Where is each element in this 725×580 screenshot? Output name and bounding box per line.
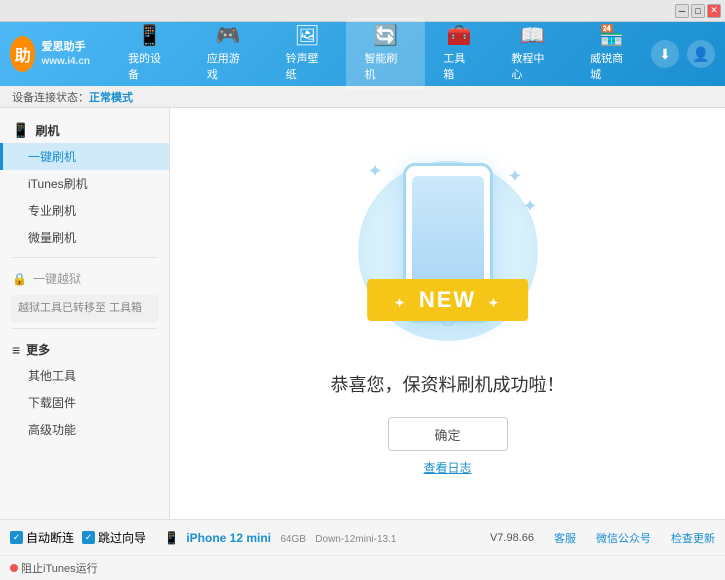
sidebar-locked-section: 🔒 一键越狱 <box>0 264 169 291</box>
auto-connect-check-icon: ✓ <box>10 531 23 544</box>
minimize-btn[interactable]: ─ <box>675 4 689 18</box>
sidebar-item-other-tools[interactable]: 其他工具 <box>0 362 169 389</box>
main-content: ✦ ✦ ✦ NEW 恭喜您，保资料刷机成功啦！ 确定 查看日志 <box>170 108 725 519</box>
nav-ringtone[interactable]: 🖼 铃声壁纸 <box>268 18 347 90</box>
bottom-row1: ✓ 自动断连 ✓ 跳过向导 📱 iPhone 12 mini 64GB Down… <box>0 520 725 556</box>
itunes-status: 阻止iTunes运行 <box>10 560 98 576</box>
skip-wizard-checkbox[interactable]: ✓ 跳过向导 <box>82 529 146 546</box>
sidebar-item-itunes-flash[interactable]: iTunes刷机 <box>0 170 169 197</box>
success-illustration: ✦ ✦ ✦ NEW <box>348 151 548 351</box>
sparkle-1: ✦ <box>368 161 383 182</box>
sidebar-item-one-key-flash[interactable]: 一键刷机 <box>0 143 169 170</box>
sidebar-divider-2 <box>12 328 157 329</box>
nav-weitui[interactable]: 🏪 威锐商城 <box>572 18 651 90</box>
skip-wizard-check-icon: ✓ <box>82 531 95 544</box>
nav-toolbox[interactable]: 🧰 工具箱 <box>425 18 493 90</box>
bottom-row2: 阻止iTunes运行 <box>0 556 725 580</box>
ringtone-icon: 🖼 <box>294 26 319 46</box>
nav-my-device[interactable]: 📱 我的设备 <box>110 18 189 90</box>
red-dot-icon <box>10 564 18 572</box>
toolbox-icon: 🧰 <box>447 26 472 46</box>
auto-connect-checkbox[interactable]: ✓ 自动断连 <box>10 529 74 546</box>
device-icon: 📱 <box>137 26 162 46</box>
status-left: ✓ 自动断连 ✓ 跳过向导 📱 iPhone 12 mini 64GB Down… <box>10 529 396 546</box>
wechat-link[interactable]: 微信公众号 <box>596 530 651 546</box>
check-update-link[interactable]: 检查更新 <box>671 530 715 546</box>
confirm-button[interactable]: 确定 <box>388 417 508 451</box>
maximize-btn[interactable]: □ <box>691 4 705 18</box>
nav-apps-games[interactable]: 🎮 应用游戏 <box>189 18 268 90</box>
sparkle-3: ✦ <box>522 196 537 217</box>
sidebar-section-more: ≡ 更多 <box>0 335 169 362</box>
download-btn[interactable]: ⬇ <box>651 40 679 68</box>
sidebar-note: 越狱工具已转移至 工具箱 <box>10 295 159 322</box>
sidebar-item-advanced[interactable]: 高级功能 <box>0 416 169 443</box>
nav-smart-flash[interactable]: 🔄 智能刷机 <box>346 18 425 90</box>
logo: 助 爱思助手 www.i4.cn <box>10 36 90 72</box>
sidebar-item-download-firmware[interactable]: 下载固件 <box>0 389 169 416</box>
bottom-area: ✓ 自动断连 ✓ 跳过向导 📱 iPhone 12 mini 64GB Down… <box>0 519 725 580</box>
sidebar-section-flash: 📱 刷机 <box>0 116 169 143</box>
tutorial-icon: 📖 <box>520 26 545 46</box>
header: 助 爱思助手 www.i4.cn 📱 我的设备 🎮 应用游戏 🖼 铃声壁纸 🔄 … <box>0 22 725 86</box>
more-section-icon: ≡ <box>12 342 20 358</box>
sparkle-2: ✦ <box>507 166 522 187</box>
close-btn[interactable]: ✕ <box>707 4 721 18</box>
new-ribbon: NEW <box>367 279 529 321</box>
sidebar-item-pro-flash[interactable]: 专业刷机 <box>0 197 169 224</box>
device-info: 📱 iPhone 12 mini 64GB Down-12mini-13.1 <box>164 531 396 545</box>
flash-icon: 🔄 <box>373 26 398 46</box>
user-btn[interactable]: 👤 <box>687 40 715 68</box>
phone-screen <box>412 176 484 296</box>
view-log-link[interactable]: 查看日志 <box>423 459 471 476</box>
flash-section-icon: 📱 <box>12 122 29 139</box>
lock-icon: 🔒 <box>12 272 27 286</box>
store-icon: 🏪 <box>599 26 624 46</box>
sidebar: 📱 刷机 一键刷机 iTunes刷机 专业刷机 微量刷机 🔒 一键越狱 越狱工具… <box>0 108 170 519</box>
logo-text: 爱思助手 www.i4.cn <box>41 40 90 67</box>
device-phone-icon: 📱 <box>164 531 179 545</box>
service-link[interactable]: 客服 <box>554 530 576 546</box>
main-layout: 📱 刷机 一键刷机 iTunes刷机 专业刷机 微量刷机 🔒 一键越狱 越狱工具… <box>0 108 725 519</box>
logo-icon: 助 <box>10 36 35 72</box>
status-right: V7.98.66 客服 微信公众号 检查更新 <box>490 530 715 546</box>
sidebar-item-micro-flash[interactable]: 微量刷机 <box>0 224 169 251</box>
sidebar-divider-1 <box>12 257 157 258</box>
nav-tutorial[interactable]: 📖 教程中心 <box>493 18 572 90</box>
apps-icon: 🎮 <box>216 26 241 46</box>
nav-right-actions: ⬇ 👤 <box>651 40 715 68</box>
window-controls[interactable]: ─ □ ✕ <box>675 4 721 18</box>
nav-bar: 📱 我的设备 🎮 应用游戏 🖼 铃声壁纸 🔄 智能刷机 🧰 工具箱 📖 教程中心… <box>110 18 651 90</box>
success-message: 恭喜您，保资料刷机成功啦！ <box>331 371 565 397</box>
